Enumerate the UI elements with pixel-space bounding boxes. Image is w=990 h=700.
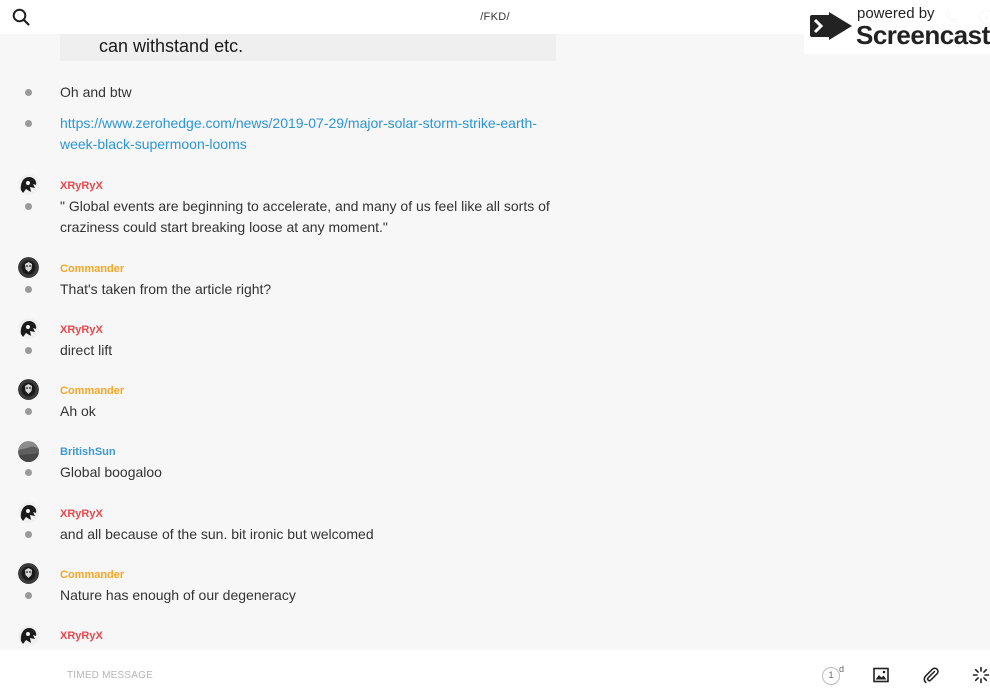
bullet-dot <box>25 531 32 538</box>
avatar[interactable] <box>18 379 39 400</box>
bullet-dot <box>25 89 32 96</box>
bullet-dot <box>25 469 32 476</box>
bullet-dot <box>25 203 32 210</box>
avatar[interactable] <box>18 441 39 462</box>
message-text: Nature has enough of our degeneracy <box>60 587 296 603</box>
avatar[interactable] <box>18 625 39 646</box>
username[interactable]: BritishSun <box>60 446 116 458</box>
screencastify-watermark: powered by Screencastify <box>804 0 990 54</box>
bullet-dot <box>25 592 32 599</box>
username[interactable]: XRyRyX <box>60 324 103 336</box>
avatar[interactable] <box>18 318 39 339</box>
avatar[interactable] <box>18 257 39 278</box>
image-icon[interactable] <box>873 667 889 683</box>
username[interactable]: XRyRyX <box>60 180 103 192</box>
composer-bar: TIMED MESSAGE 1 d <box>0 650 990 700</box>
chat-window: /FKD/ can withstand etc. Oh and btw http… <box>0 0 990 700</box>
avatar[interactable] <box>18 563 39 584</box>
message-link[interactable]: https://www.zerohedge.com/news/2019-07-2… <box>60 113 540 155</box>
bullet-dot <box>25 408 32 415</box>
bullet-dot <box>25 347 32 354</box>
message-text: and all because of the sun. bit ironic b… <box>60 526 374 542</box>
username[interactable]: Commander <box>60 569 124 581</box>
loader-icon[interactable] <box>972 666 990 684</box>
message-text: Oh and btw <box>60 84 132 100</box>
username[interactable]: XRyRyX <box>60 508 103 520</box>
screencastify-logo-icon <box>809 8 853 44</box>
quoted-text: can withstand etc. <box>99 36 244 56</box>
message-text: " Global events are beginning to acceler… <box>60 198 550 235</box>
avatar[interactable] <box>18 174 39 195</box>
username[interactable]: Commander <box>60 263 124 275</box>
message-input[interactable]: TIMED MESSAGE <box>67 670 153 681</box>
message-text: Global boogaloo <box>60 464 162 480</box>
watermark-brand: Screencastify <box>856 20 990 50</box>
timer-unit: d <box>839 664 845 674</box>
message-text: That's taken from the article right? <box>60 281 272 297</box>
bullet-dot <box>25 120 32 127</box>
username[interactable]: Commander <box>60 385 124 397</box>
timer-button[interactable]: 1 d <box>822 664 846 688</box>
bullet-dot <box>25 286 32 293</box>
message-text: Ah ok <box>60 403 96 419</box>
timer-value: 1 <box>828 670 834 680</box>
message-text: direct lift <box>60 342 113 358</box>
paperclip-icon[interactable] <box>922 666 940 684</box>
username[interactable]: XRyRyX <box>60 630 103 642</box>
avatar[interactable] <box>18 502 39 523</box>
message-feed: can withstand etc. Oh and btw https://ww… <box>0 34 990 650</box>
